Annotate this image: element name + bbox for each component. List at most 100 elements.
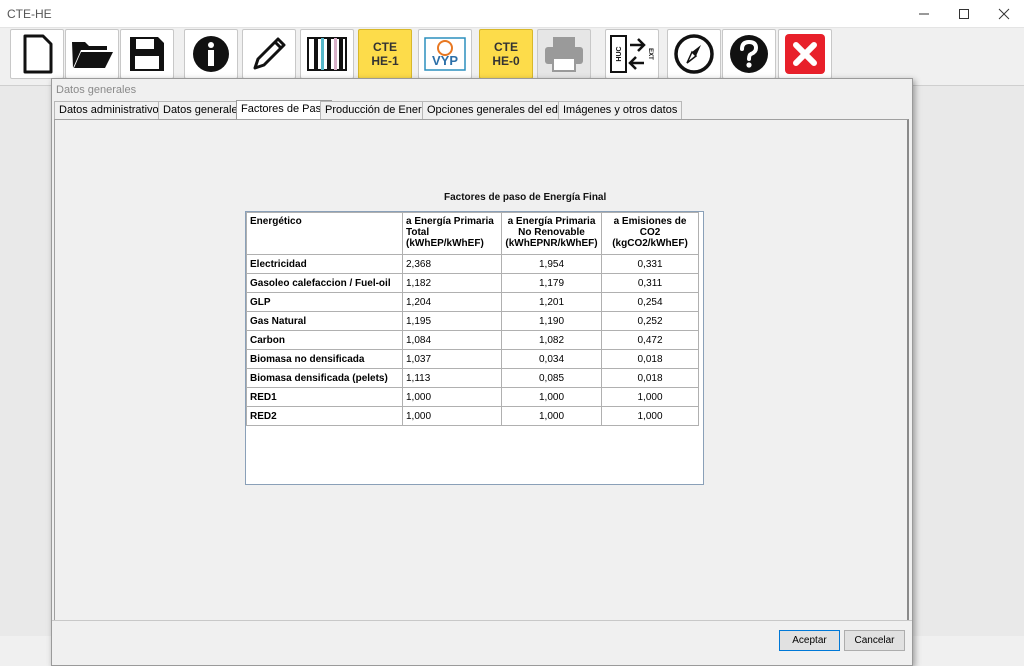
factor-cell[interactable]: 0,034: [501, 349, 602, 369]
factor-cell[interactable]: 2,368: [402, 254, 502, 274]
factor-cell[interactable]: 0,472: [601, 330, 699, 350]
huc-label: HUC: [616, 46, 623, 61]
edit-icon: [253, 37, 286, 70]
cte-he1-button[interactable]: CTE HE-1: [358, 29, 412, 79]
dialog-title: Datos generales: [56, 84, 137, 96]
factor-cell[interactable]: 1,179: [501, 273, 602, 293]
factor-cell[interactable]: 1,182: [402, 273, 502, 293]
factor-cell[interactable]: 0,252: [601, 311, 699, 331]
factor-cell[interactable]: 1,201: [501, 292, 602, 312]
save-button[interactable]: [120, 29, 174, 79]
exit-button[interactable]: [778, 29, 832, 79]
info-button[interactable]: [184, 29, 238, 79]
factor-cell[interactable]: 0,254: [601, 292, 699, 312]
energetico-cell[interactable]: Biomasa densificada (pelets): [246, 368, 403, 388]
column-header-ep-total[interactable]: a Energía Primaria Total (kWhEP/kWhEF): [402, 212, 502, 255]
factor-cell[interactable]: 0,085: [501, 368, 602, 388]
compass-icon: [674, 34, 714, 74]
factor-cell[interactable]: 0,311: [601, 273, 699, 293]
tab-imagenes-otros-datos[interactable]: Imágenes y otros datos: [558, 101, 683, 119]
window-title: CTE-HE: [7, 7, 52, 21]
tab-factores-de-paso[interactable]: Factores de Paso: [236, 100, 333, 120]
maximize-button[interactable]: [944, 0, 984, 27]
new-file-icon: [23, 34, 53, 74]
table-row[interactable]: Carbon 1,084 1,082 0,472: [246, 330, 699, 350]
close-icon: [785, 34, 825, 74]
factor-cell[interactable]: 1,190: [501, 311, 602, 331]
layers-button[interactable]: [300, 29, 354, 79]
cte-he0-icon: CTE HE-0: [492, 40, 520, 68]
ext-label: EXT: [647, 48, 653, 60]
table-row[interactable]: Electricidad 2,368 1,954 0,331: [246, 254, 699, 274]
factor-cell[interactable]: 1,082: [501, 330, 602, 350]
energetico-cell[interactable]: Gas Natural: [246, 311, 403, 331]
factor-cell[interactable]: 1,000: [601, 387, 699, 407]
table-row[interactable]: Biomasa no densificada 1,037 0,034 0,018: [246, 349, 699, 369]
window-close-icon: [998, 8, 1010, 19]
energetico-cell[interactable]: GLP: [246, 292, 403, 312]
factor-cell[interactable]: 1,000: [601, 406, 699, 426]
table-row[interactable]: Biomasa densificada (pelets) 1,113 0,085 0,…: [246, 368, 699, 388]
column-header-emisiones-co2[interactable]: a Emisiones de CO2 (kgCO2/kWhEF): [601, 212, 699, 255]
energetico-cell[interactable]: Gasoleo calefaccion / Fuel-oil: [246, 273, 403, 293]
factor-cell[interactable]: 1,000: [501, 406, 602, 426]
window-close-button[interactable]: [984, 0, 1024, 27]
help-button[interactable]: [722, 29, 776, 79]
energetico-cell[interactable]: Electricidad: [246, 254, 403, 274]
vyp-button[interactable]: VYP: [418, 29, 472, 79]
cte-he0-button[interactable]: CTE HE-0: [479, 29, 533, 79]
energetico-cell[interactable]: Biomasa no densificada: [246, 349, 403, 369]
factor-cell[interactable]: 0,331: [601, 254, 699, 274]
print-button[interactable]: [537, 29, 591, 79]
vyp-label: VYP: [432, 53, 458, 68]
vyp-icon: VYP: [424, 37, 466, 71]
energetico-cell[interactable]: Carbon: [246, 330, 403, 350]
factores-grid[interactable]: Energético a Energía Primaria Total (kWhEP…: [245, 211, 704, 485]
factor-cell[interactable]: 1,195: [402, 311, 502, 331]
footer-divider: [52, 620, 912, 621]
table-row[interactable]: RED2 1,000 1,000 1,000: [246, 406, 699, 426]
factor-cell[interactable]: 1,084: [402, 330, 502, 350]
maximize-icon: [959, 8, 969, 19]
factor-cell[interactable]: 1,000: [501, 387, 602, 407]
tab-datos-generales[interactable]: Datos generales: [158, 101, 249, 119]
open-button[interactable]: [65, 29, 119, 79]
factor-cell[interactable]: 1,000: [402, 406, 502, 426]
help-icon: [730, 35, 768, 73]
table-row[interactable]: Gas Natural 1,195 1,190 0,252: [246, 311, 699, 331]
factor-cell[interactable]: 1,037: [402, 349, 502, 369]
open-folder-icon: [72, 42, 113, 68]
layers-icon: [307, 37, 347, 71]
cancelar-button[interactable]: Cancelar: [844, 630, 905, 651]
table-row[interactable]: Gasoleo calefaccion / Fuel-oil 1,182 1,179…: [246, 273, 699, 293]
factor-cell[interactable]: 1,113: [402, 368, 502, 388]
huc-ext-icon: HUC EXT: [610, 35, 653, 73]
table-row[interactable]: RED1 1,000 1,000 1,000: [246, 387, 699, 407]
column-header-ep-no-renovable[interactable]: a Energía Primaria No Renovable (kWhEPNR/k…: [501, 212, 602, 255]
energetico-cell[interactable]: RED2: [246, 406, 403, 426]
compass-button[interactable]: [667, 29, 721, 79]
tab-datos-administrativos[interactable]: Datos administrativos: [54, 101, 170, 119]
column-header-energetico[interactable]: Energético: [246, 212, 403, 255]
main-titlebar: CTE-HE: [0, 0, 1024, 28]
factor-cell[interactable]: 0,018: [601, 368, 699, 388]
table-title: Factores de paso de Energía Final: [444, 192, 607, 203]
minimize-button[interactable]: [904, 0, 944, 27]
factor-cell[interactable]: 1,000: [402, 387, 502, 407]
energetico-cell[interactable]: RED1: [246, 387, 403, 407]
factor-cell[interactable]: 0,018: [601, 349, 699, 369]
toolbar: CTE HE-1 VYP CTE HE-0 HUC EXT: [0, 28, 1024, 79]
table-row[interactable]: GLP 1,204 1,201 0,254: [246, 292, 699, 312]
print-icon: [545, 37, 583, 72]
table-header-row: Energético a Energía Primaria Total (kWhEP…: [246, 212, 699, 255]
save-icon: [130, 37, 164, 71]
new-file-button[interactable]: [10, 29, 64, 79]
datos-generales-dialog: Datos generales Datos administrativos Da…: [51, 78, 913, 666]
aceptar-button[interactable]: Aceptar: [779, 630, 840, 651]
edit-button[interactable]: [242, 29, 296, 79]
factor-cell[interactable]: 1,954: [501, 254, 602, 274]
factores-table: Energético a Energía Primaria Total (kWhEP…: [246, 212, 699, 426]
huc-ext-button[interactable]: HUC EXT: [605, 29, 659, 79]
info-icon: [193, 36, 229, 72]
factor-cell[interactable]: 1,204: [402, 292, 502, 312]
